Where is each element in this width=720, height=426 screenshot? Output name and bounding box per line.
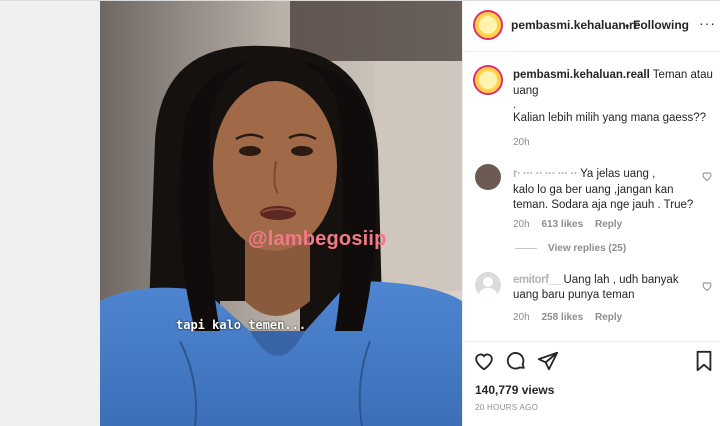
comment-1-avatar[interactable]	[475, 164, 501, 190]
post-video[interactable]: tapi kalo temen... @lambegosiip	[100, 1, 462, 426]
following-button[interactable]: Following	[633, 18, 689, 32]
comment-2-username[interactable]: emitorf__	[513, 274, 561, 286]
comment-1-likes[interactable]: 613 likes	[541, 219, 583, 230]
views-count[interactable]: 140,779 views	[475, 383, 554, 397]
post-side-panel: pembasmi.kehaluan.re • Following ··· pem…	[463, 1, 720, 426]
like-icon[interactable]	[473, 350, 495, 372]
view-replies-button[interactable]: View replies (25)	[548, 243, 626, 254]
comment-1-line-3: teman. Sodara aja nge jauh . True?	[513, 199, 694, 211]
comment-1-meta: 20h 613 likes Reply	[513, 219, 622, 230]
action-bar	[463, 341, 720, 382]
caption-author-avatar[interactable]	[473, 65, 503, 95]
comment-2-reply-button[interactable]: Reply	[595, 312, 622, 323]
comment-2-line-2: uang baru punya teman	[513, 289, 635, 301]
save-icon[interactable]	[693, 350, 715, 372]
caption-time[interactable]: 20h	[513, 137, 530, 148]
comment-1-username[interactable]: r· ··· ·· ··· ··· ··	[513, 168, 578, 180]
comment-2-time[interactable]: 20h	[513, 312, 530, 323]
comment-2-like-icon[interactable]	[701, 279, 713, 292]
view-replies-line	[515, 248, 537, 249]
video-frame-illustration	[100, 1, 462, 426]
comment-2-likes[interactable]: 258 likes	[541, 312, 583, 323]
comment-2-meta: 20h 258 likes Reply	[513, 312, 622, 323]
caption-line-4: Kalian lebih milih yang mana gaess??	[513, 112, 707, 124]
separator-dot: •	[625, 19, 630, 33]
caption-text-1: Teman atau	[652, 69, 713, 81]
caption-line-2: uang	[513, 85, 539, 97]
comment-1-reply-button[interactable]: Reply	[595, 219, 622, 230]
post-header: pembasmi.kehaluan.re • Following ···	[463, 1, 720, 52]
left-gutter	[0, 1, 100, 426]
author-username[interactable]: pembasmi.kehaluan.re	[511, 18, 640, 32]
author-avatar[interactable]	[473, 10, 503, 40]
comment-icon[interactable]	[505, 350, 527, 372]
caption-line-1: pembasmi.kehaluan.reall Teman atau	[513, 67, 713, 83]
posted-time[interactable]: 20 HOURS AGO	[475, 403, 538, 412]
comment-1-line-1: r· ··· ·· ··· ··· ·· Ya jelas uang ,	[513, 166, 655, 182]
caption-username[interactable]: pembasmi.kehaluan.reall	[513, 69, 650, 81]
comment-2-avatar[interactable]	[475, 272, 501, 298]
watermark-text: @lambegosiip	[248, 228, 387, 250]
comment-1-time[interactable]: 20h	[513, 219, 530, 230]
comment-1-line-2: kalo lo ga ber uang ,jangan kan	[513, 184, 674, 196]
comment-1-like-icon[interactable]	[701, 169, 713, 182]
comment-2-line-1: emitorf__ Uang lah , udh banyak	[513, 272, 679, 288]
video-subtitle: tapi kalo temen...	[176, 318, 307, 332]
more-options-icon[interactable]: ···	[699, 15, 716, 31]
share-icon[interactable]	[537, 350, 559, 372]
comment-1-text-1: Ya jelas uang ,	[580, 168, 656, 180]
comment-2-text-1: Uang lah , udh banyak	[563, 274, 679, 286]
